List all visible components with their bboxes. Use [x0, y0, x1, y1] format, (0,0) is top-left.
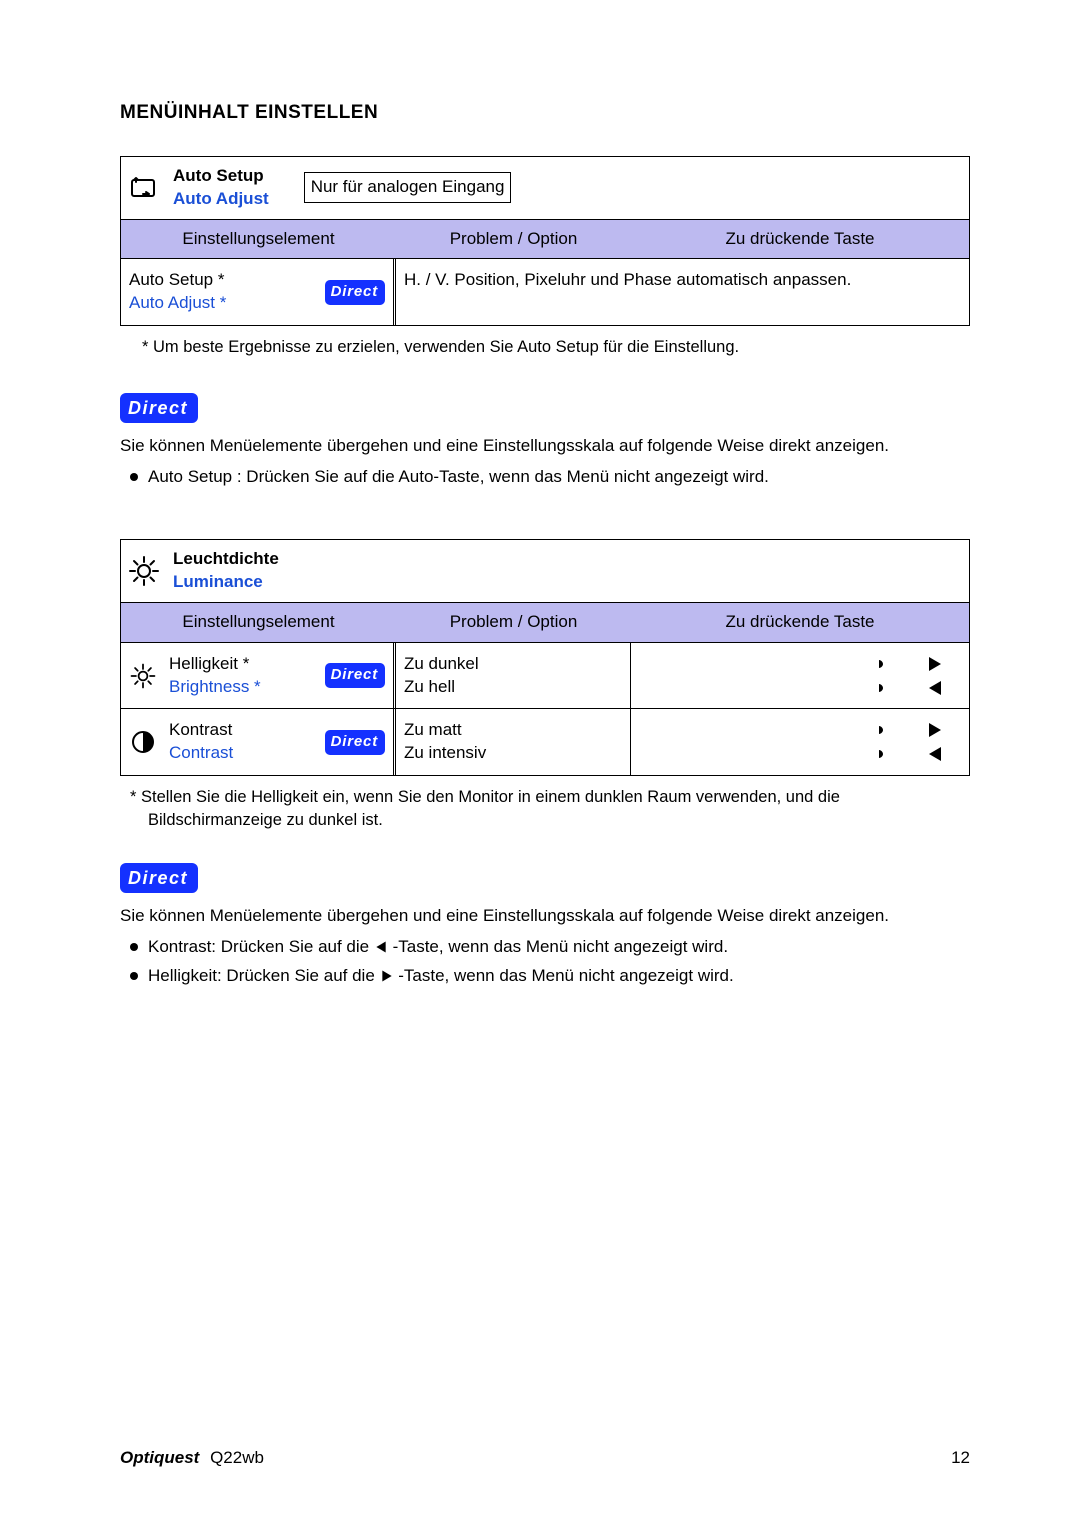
table1-subheader: Einstellungselement Problem / Option Zu … [121, 220, 969, 260]
key-increase [639, 655, 961, 673]
row-label-de: Auto Setup * [129, 269, 317, 292]
direct2-bullet-2: Helligkeit: Drücken Sie auf die -Taste, … [130, 965, 970, 988]
table2-subheader: Einstellungselement Problem / Option Zu … [121, 603, 969, 643]
triangle-left-icon [374, 940, 388, 954]
triangle-right-icon [380, 969, 394, 983]
table1-header: Auto Setup Auto Adjust Nur für analogen … [121, 157, 969, 220]
direct-badge-contrast: Direct [325, 730, 385, 754]
key-decrease-2 [639, 745, 961, 763]
page-footer: Optiquest Q22wb 12 [120, 1447, 970, 1470]
direct-badge-small: Direct [325, 280, 385, 304]
contrast-opt2: Zu intensiv [404, 742, 622, 765]
footnote-2: * Stellen Sie die Helligkeit ein, wenn S… [130, 786, 970, 831]
luminance-table: Leuchtdichte Luminance Einstellungseleme… [120, 539, 970, 777]
key-decrease [639, 679, 961, 697]
brightness-opt2: Zu hell [404, 676, 622, 699]
contrast-opt1: Zu matt [404, 719, 622, 742]
col-setting: Einstellungselement [121, 220, 396, 259]
key-increase-2 [639, 721, 961, 739]
auto-setup-icon [125, 175, 163, 201]
page-heading: MENÜINHALT EINSTELLEN [120, 100, 970, 126]
col-key-2: Zu drückende Taste [631, 603, 969, 642]
footnote-1: * Um beste Ergebnisse zu erzielen, verwe… [130, 336, 970, 358]
direct2-bullet-1: Kontrast: Drücken Sie auf die -Taste, we… [130, 936, 970, 959]
brightness-opt1: Zu dunkel [404, 653, 622, 676]
direct-heading-1: Direct [120, 393, 198, 423]
direct2-para: Sie können Menüelemente übergehen und ei… [120, 905, 970, 928]
analog-only-badge: Nur für analogen Eingang [304, 172, 512, 203]
direct1-para: Sie können Menüelemente übergehen und ei… [120, 435, 970, 458]
col-problem-2: Problem / Option [396, 603, 631, 642]
brightness-label-de: Helligkeit * [169, 653, 317, 676]
table2-title-de: Leuchtdichte [173, 548, 279, 571]
row-desc: H. / V. Position, Pixeluhr und Phase aut… [396, 259, 969, 325]
auto-setup-table: Auto Setup Auto Adjust Nur für analogen … [120, 156, 970, 327]
footer-brand: Optiquest [120, 1448, 199, 1467]
col-setting-2: Einstellungselement [121, 603, 396, 642]
contrast-icon [125, 729, 161, 755]
table2-header: Leuchtdichte Luminance [121, 540, 969, 603]
direct1-bullet: Auto Setup : Drücken Sie auf die Auto-Ta… [130, 466, 970, 489]
table1-row: Auto Setup * Auto Adjust * Direct H. / V… [121, 259, 969, 325]
footer-model: Q22wb [210, 1448, 264, 1467]
table2-title-en: Luminance [173, 571, 279, 594]
contrast-label-de: Kontrast [169, 719, 317, 742]
contrast-label-en: Contrast [169, 742, 317, 765]
brightness-row: Helligkeit * Brightness * Direct Zu dunk… [121, 643, 969, 709]
brightness-icon [125, 661, 161, 691]
row-label-en: Auto Adjust * [129, 292, 317, 315]
table1-title-en: Auto Adjust [173, 188, 269, 211]
direct-heading-2: Direct [120, 863, 198, 893]
table1-title-de: Auto Setup [173, 165, 269, 188]
col-key: Zu drückende Taste [631, 220, 969, 259]
page-number: 12 [951, 1447, 970, 1470]
col-problem: Problem / Option [396, 220, 631, 259]
brightness-label-en: Brightness * [169, 676, 317, 699]
direct-badge-brightness: Direct [325, 663, 385, 687]
luminance-icon [125, 554, 163, 588]
contrast-row: Kontrast Contrast Direct Zu matt Zu inte… [121, 708, 969, 775]
